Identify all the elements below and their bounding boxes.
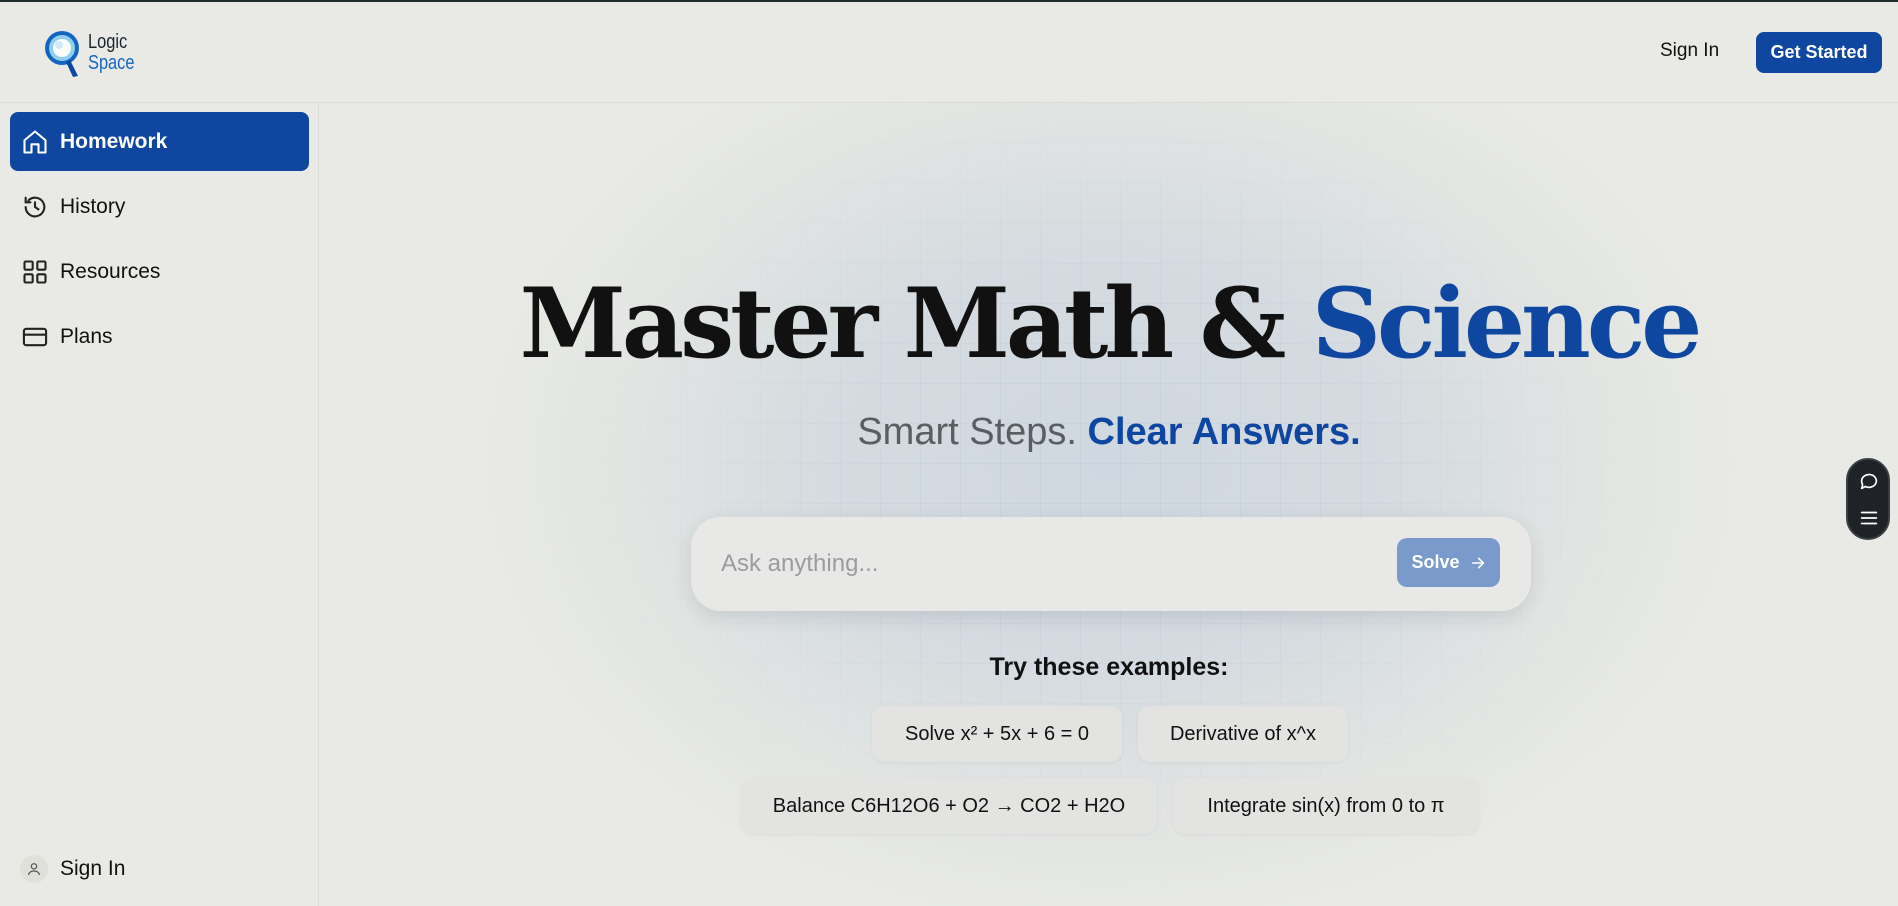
hero-title-main: Master Math &	[519, 267, 1312, 380]
logo-mark-icon	[45, 31, 79, 77]
history-icon	[20, 192, 50, 222]
arrow-right-icon	[1471, 557, 1484, 568]
example-chip[interactable]: Balance C6H12O6 + O2 → CO2 + H2O	[741, 778, 1157, 834]
example-chip[interactable]: Solve x² + 5x + 6 = 0	[872, 706, 1122, 762]
example-chip[interactable]: Derivative of x^x	[1138, 706, 1348, 762]
menu-icon[interactable]	[1858, 507, 1880, 529]
hero-subtitle-accent: Clear Answers.	[1087, 411, 1361, 453]
chat-icon[interactable]	[1858, 470, 1880, 492]
sidebar-item-history[interactable]: History	[10, 177, 309, 236]
examples-title: Try these examples:	[989, 653, 1229, 681]
search-input[interactable]	[721, 545, 1361, 583]
solve-button-label: Solve	[1411, 552, 1460, 572]
get-started-button[interactable]: Get Started	[1756, 32, 1882, 73]
main-content: Master Math & Science Smart Steps. Clear…	[320, 103, 1898, 906]
logo-text: Logic Space	[88, 32, 145, 74]
sidebar-item-label: History	[60, 194, 126, 218]
solve-button[interactable]: Solve	[1397, 538, 1500, 587]
user-icon	[20, 855, 48, 883]
sidebar-item-label: Plans	[60, 324, 113, 348]
sidebar-item-resources[interactable]: Resources	[10, 242, 309, 301]
hero-subtitle-main: Smart Steps.	[857, 411, 1088, 453]
sidebar-item-label: Resources	[60, 259, 161, 283]
hero-title-accent: Science	[1311, 267, 1703, 380]
example-chip[interactable]: Integrate sin(x) from 0 to π	[1173, 778, 1479, 834]
sidebar-item-homework[interactable]: Homework	[10, 112, 309, 171]
header-sign-in-link[interactable]: Sign In	[1660, 40, 1719, 62]
floating-widget	[1846, 458, 1890, 540]
top-header: Logic Space Sign In Get Started	[0, 2, 1898, 103]
logo[interactable]: Logic Space	[42, 26, 145, 80]
sidebar-sign-in-label: Sign In	[60, 857, 126, 880]
sidebar-item-plans[interactable]: Plans	[10, 307, 309, 366]
sidebar-sign-in[interactable]: Sign In	[20, 855, 125, 883]
search-box: Solve	[691, 517, 1531, 611]
grid-icon	[20, 257, 50, 287]
logo-text-line2: Space	[88, 52, 135, 74]
hero-title: Master Math & Science	[320, 267, 1898, 380]
home-icon	[20, 127, 50, 157]
logo-text-line1: Logic	[88, 31, 128, 53]
sidebar-item-label: Homework	[60, 129, 168, 153]
hero-subtitle: Smart Steps. Clear Answers.	[320, 411, 1898, 454]
sidebar: Homework History Resources Plans Sign In	[0, 103, 319, 906]
credit-card-icon	[20, 322, 50, 352]
